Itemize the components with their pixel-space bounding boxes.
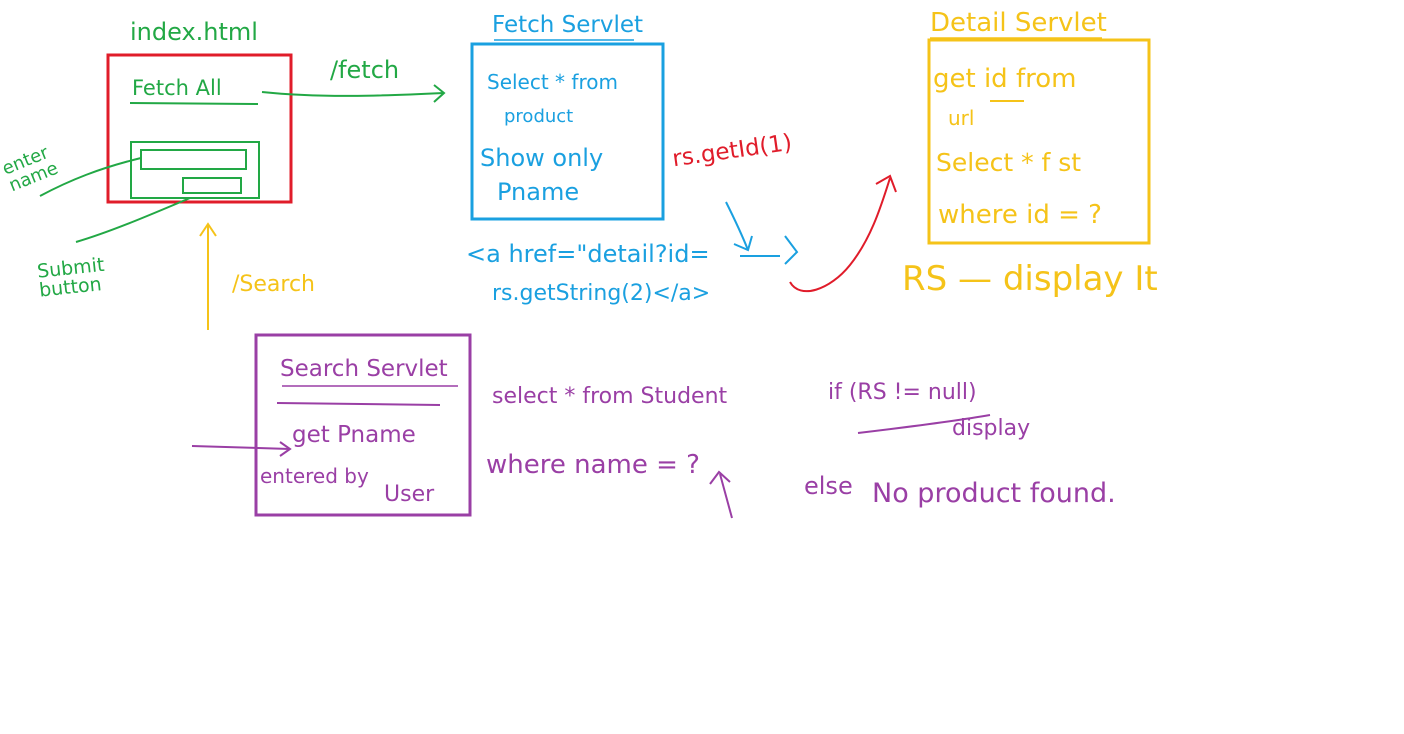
search-servlet-title-line bbox=[276, 402, 441, 406]
fetch-pname-line: Pname bbox=[497, 178, 580, 206]
diagram-canvas bbox=[39, 37, 1151, 519]
display-label: display bbox=[952, 416, 1031, 441]
fetch-path-label: /fetch bbox=[330, 56, 400, 84]
rs-getstring-line: rs.getString(2)</a> bbox=[492, 281, 711, 306]
submit-pointer bbox=[75, 197, 191, 243]
fetch-show-line: Show only bbox=[480, 144, 604, 172]
query-param-arrowhead bbox=[709, 470, 731, 485]
fetch-query-line2: product bbox=[504, 106, 574, 127]
index-title: index.html bbox=[130, 18, 258, 46]
detail-line3: Select * f st bbox=[936, 148, 1082, 177]
detail-link-arrow bbox=[789, 177, 891, 292]
query-param-arrow bbox=[719, 473, 733, 519]
search-line3: User bbox=[384, 482, 435, 507]
submit-button-box bbox=[182, 177, 242, 194]
search-query-line1: select * from Student bbox=[492, 384, 728, 409]
detail-line4: where id = ? bbox=[938, 200, 1102, 230]
fetch-all-underline bbox=[129, 102, 259, 105]
fetch-servlet-title: Fetch Servlet bbox=[492, 12, 644, 38]
href-line: <a href="detail?id= bbox=[466, 240, 710, 268]
fetch-query-line1: Select * from bbox=[487, 70, 618, 94]
search-line2: entered by bbox=[260, 464, 369, 488]
search-path-label: /Search bbox=[232, 272, 315, 297]
no-product-label: No product found. bbox=[872, 478, 1116, 509]
name-input-box bbox=[140, 149, 247, 170]
id-arrow bbox=[725, 201, 749, 251]
search-servlet-title: Search Servlet bbox=[280, 356, 448, 382]
if-rs-label: if (RS != null) bbox=[828, 380, 977, 405]
search-line1: get Pname bbox=[292, 422, 416, 448]
detail-servlet-title: Detail Servlet bbox=[930, 8, 1107, 38]
input-arrow bbox=[191, 445, 291, 450]
rs-display-label: RS — display It bbox=[902, 259, 1158, 299]
fetch-arrow bbox=[261, 91, 445, 97]
href-close-bracket bbox=[784, 235, 799, 265]
detail-line1: get id from bbox=[933, 64, 1077, 94]
fetch-all-link[interactable]: Fetch All bbox=[132, 78, 222, 99]
else-label: else bbox=[804, 472, 853, 500]
search-query-line2: where name = ? bbox=[486, 450, 700, 480]
detail-line2: url bbox=[948, 106, 975, 130]
